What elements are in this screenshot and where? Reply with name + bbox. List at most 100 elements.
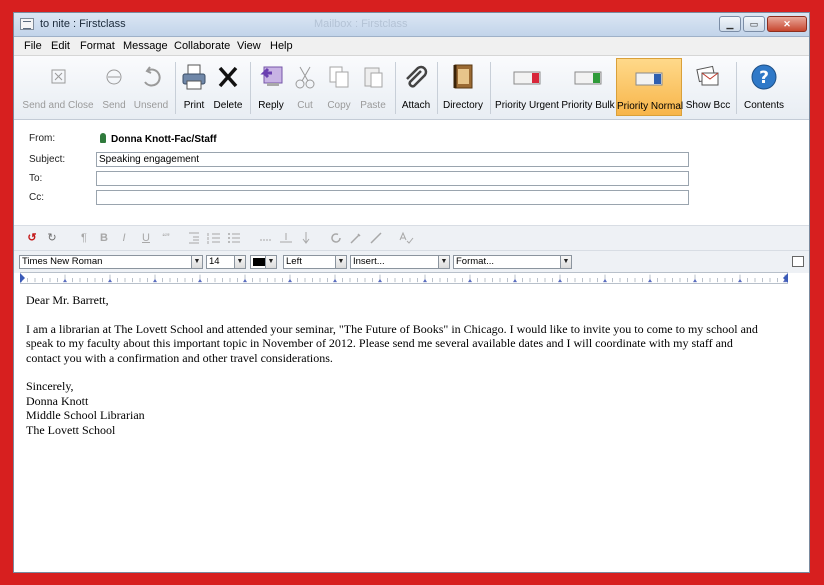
insert-line-icon[interactable] [278,230,294,246]
menu-view[interactable]: View [237,40,261,52]
ruler[interactable] [20,272,788,284]
send-and-close-button[interactable]: Send and Close [21,58,95,116]
menu-file[interactable]: File [24,40,42,52]
attach-button[interactable]: Attach [399,58,433,116]
popout-icon[interactable] [792,256,804,267]
send-button[interactable]: Send [97,58,131,116]
numbered-list-icon[interactable] [206,230,222,246]
toolbar-separator [250,62,251,114]
bullet-list-icon[interactable] [226,230,242,246]
link-anchor-icon[interactable] [298,230,314,246]
from-label: From: [29,133,56,144]
unsend-button[interactable]: Unsend [131,58,171,116]
print-button[interactable]: Print [178,58,210,116]
main-toolbar: Send and Close Send Unsend Print Delete [14,56,809,120]
message-body[interactable]: Dear Mr. Barrett, I am a librarian at Th… [14,285,809,572]
signature-name: Donna Knott [26,393,89,408]
chevron-down-icon: ▼ [560,256,571,268]
subject-field[interactable]: Speaking engagement [96,152,689,167]
help-question-icon: ? [751,64,777,90]
color-select[interactable]: ▼ [250,255,277,269]
priority-normal-icon [635,72,663,86]
priority-bulk-button[interactable]: Priority Bulk [561,58,615,116]
show-bcc-button[interactable]: Show Bcc [684,58,732,116]
dropper-icon[interactable] [348,230,364,246]
message-header: From: Donna Knott-Fac/Staff Subject: Spe… [14,120,809,235]
app-icon [20,18,34,30]
to-label: To: [29,173,43,184]
close-button[interactable]: ✕ [767,16,807,32]
menu-bar: File Edit Format Message Collaborate Vie… [14,37,809,56]
color-swatch [253,258,265,266]
minimize-button[interactable]: ▁ [719,16,741,32]
toolbar-separator [395,62,396,114]
signature-title: Middle School Librarian [26,408,145,423]
svg-text:?: ? [759,68,769,88]
chevron-down-icon: ▼ [191,256,202,268]
paste-button[interactable]: Paste [356,58,390,116]
quote-icon[interactable]: “” [158,230,174,246]
bold-icon[interactable]: B [96,230,112,246]
toolbar-separator [490,62,491,114]
reply-button[interactable]: Reply [254,58,288,116]
format-select[interactable]: Format... ▼ [453,255,572,269]
cc-label: Cc: [29,192,44,203]
delete-button[interactable]: Delete [210,58,246,116]
show-bcc-icon [696,65,719,86]
underline-icon[interactable]: U [138,230,154,246]
italic-icon[interactable]: I [116,230,132,246]
body-line-1: I am a librarian at The Lovett School an… [26,321,758,336]
compose-window: to nite : Firstclass Mailbox : Firstclas… [13,12,810,573]
paragraph-icon[interactable]: ¶ [76,230,92,246]
priority-urgent-button[interactable]: Priority Urgent [495,58,559,116]
alignment-select[interactable]: Left ▼ [283,255,347,269]
paste-icon [364,67,383,88]
font-size-select[interactable]: 14 ▼ [206,255,246,269]
salutation: Dear Mr. Barrett, [26,293,109,307]
chevron-down-icon: ▼ [265,256,276,268]
signature-org: The Lovett School [26,422,116,437]
priority-bulk-icon [574,71,602,85]
body-line-2: speak to my faculty about this important… [26,336,733,351]
cut-button[interactable]: Cut [290,58,320,116]
menu-collaborate[interactable]: Collaborate [174,40,230,52]
delete-x-icon [218,66,238,88]
priority-urgent-icon [513,71,541,85]
contents-button[interactable]: ? Contents [740,58,788,116]
person-icon [100,133,106,143]
menu-format[interactable]: Format [80,40,115,52]
chevron-down-icon: ▼ [234,256,245,268]
menu-message[interactable]: Message [123,40,168,52]
insert-select[interactable]: Insert... ▼ [350,255,450,269]
red-frame: to nite : Firstclass Mailbox : Firstclas… [0,0,824,585]
ruler-ticks [20,273,788,283]
send-icon [106,69,122,85]
directory-button[interactable]: Directory [442,58,484,116]
priority-normal-button[interactable]: Priority Normal [616,58,683,116]
horizontal-rule-icon[interactable] [258,230,274,246]
formatting-toolbar: ↺ ↻ ¶ B I U “” [14,225,809,251]
copy-button[interactable]: Copy [322,58,356,116]
paperclip-icon [406,65,428,88]
style-bar: Times New Roman ▼ 14 ▼ ▼ Left ▼ Insert... ▼ … [14,251,809,273]
brush-icon[interactable] [368,230,384,246]
from-value: Donna Knott-Fac/Staff [100,133,217,145]
menu-edit[interactable]: Edit [51,40,70,52]
outdent-icon[interactable] [186,230,202,246]
spellcheck-icon[interactable] [398,230,414,246]
from-name: Donna Knott-Fac/Staff [111,134,217,145]
toolbar-separator [437,62,438,114]
printer-icon [182,64,206,90]
refresh-icon[interactable] [328,230,344,246]
to-field[interactable] [96,171,689,186]
closing: Sincerely, [26,379,74,394]
undo-icon[interactable]: ↺ [24,230,40,246]
window-title: to nite : Firstclass [40,18,126,30]
font-select[interactable]: Times New Roman ▼ [19,255,203,269]
scissors-icon [295,66,315,89]
maximize-button[interactable]: ▭ [743,16,765,32]
menu-help[interactable]: Help [270,40,293,52]
redo-icon[interactable]: ↻ [44,230,60,246]
cc-field[interactable] [96,190,689,205]
background-window-title: Mailbox : Firstclass [314,18,408,30]
